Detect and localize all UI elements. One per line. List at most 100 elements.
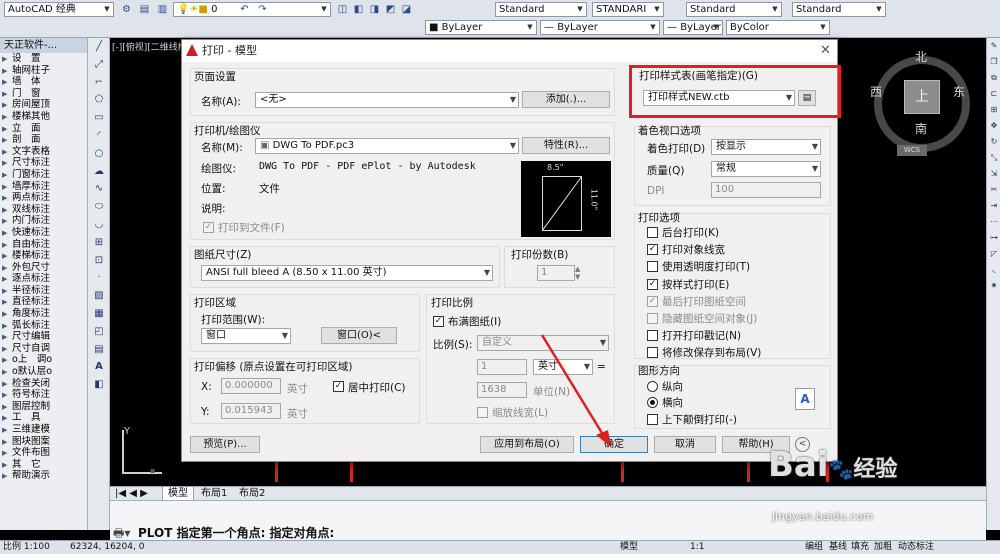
palette-item[interactable]: ▶ 尺寸编辑 <box>0 331 87 343</box>
dim-style-select[interactable]: STANDARI ▼ <box>592 2 664 17</box>
copies-spinner-icon[interactable]: ▲ ▼ <box>575 265 580 281</box>
palette-item[interactable]: ▶ 图层控制 <box>0 401 87 413</box>
palette-item[interactable]: ▶ 工 具 <box>0 412 87 424</box>
layer-icon[interactable]: ▤ <box>138 3 151 16</box>
match-layer-icon[interactable]: ◫ <box>336 3 349 16</box>
status-model[interactable]: 模型 <box>620 541 638 554</box>
palette-item[interactable]: ▶ 外包尺寸 <box>0 262 87 274</box>
portrait-radio[interactable] <box>647 381 658 392</box>
tab-layout2[interactable]: 布局2 <box>234 487 270 501</box>
line-tool-icon[interactable]: ╱ <box>88 38 110 56</box>
region-icon[interactable]: ◰ <box>88 323 110 341</box>
color-select[interactable]: ■ ByLayer ▼ <box>425 20 537 35</box>
shade-plot-select[interactable]: 按显示 ▼ <box>711 139 821 155</box>
stretch-icon[interactable]: ⇲ <box>987 166 1000 182</box>
close-icon[interactable]: ✕ <box>820 40 831 62</box>
linetype-select[interactable]: — ByLayer ▼ <box>540 20 660 35</box>
dpi-input[interactable]: 100 <box>711 182 821 198</box>
palette-item[interactable]: ▶ 文件布图 <box>0 447 87 459</box>
scale-icon[interactable]: ⤡ <box>987 150 1000 166</box>
palette-item[interactable]: ▶ 双线标注 <box>0 204 87 216</box>
palette-item[interactable]: ▶ 轴网柱子 <box>0 65 87 77</box>
palette-item[interactable]: ▶ 自由标注 <box>0 239 87 251</box>
ellipse-icon[interactable]: ⬭ <box>88 198 110 216</box>
palette-item[interactable]: ▶ 三维建模 <box>0 424 87 436</box>
trim-icon[interactable]: ✂ <box>987 182 1000 198</box>
printer-name-select[interactable]: ▣ DWG To PDF.pc3 ▼ <box>255 138 519 154</box>
palette-item[interactable]: ▶ 楼梯标注 <box>0 250 87 262</box>
workspace-select[interactable]: AutoCAD 经典 ▼ <box>4 2 114 17</box>
palette-item[interactable]: ▶ 其 它 <box>0 459 87 471</box>
construction-line-icon[interactable]: ⤢ <box>88 56 110 74</box>
layer-select[interactable]: 💡☀■ 0 ▼ <box>173 2 331 17</box>
undo-icon[interactable]: ↶ <box>238 3 251 16</box>
palette-item[interactable]: ▶ 尺寸自调 <box>0 343 87 355</box>
cancel-button[interactable]: 取消 <box>654 436 716 453</box>
plot-range-select[interactable]: 窗口 ▼ <box>201 328 291 344</box>
polygon-icon[interactable]: ⬠ <box>88 91 110 109</box>
palette-item[interactable]: ▶ 符号标注 <box>0 389 87 401</box>
fit-to-paper-checkbox[interactable]: ✓ <box>433 316 444 327</box>
palette-item[interactable]: ▶ 立 面 <box>0 123 87 135</box>
printer-properties-button[interactable]: 特性(R)... <box>522 137 610 154</box>
plotstyle-select[interactable]: ByColor ▼ <box>726 20 830 35</box>
mleader-style-select[interactable]: Standard ▼ <box>792 2 886 17</box>
status-anno-scale[interactable]: 1:1 <box>690 541 704 554</box>
plot-option-checkbox[interactable] <box>647 330 658 342</box>
mtext-icon[interactable]: A <box>88 358 110 376</box>
point-icon[interactable]: · <box>88 269 110 287</box>
status-baseline[interactable]: 基线 <box>829 541 847 554</box>
table-icon[interactable]: ▤ <box>88 341 110 359</box>
mirror-icon[interactable]: ⧉ <box>987 70 1000 86</box>
print-to-file-checkbox[interactable]: ✓ <box>203 222 214 233</box>
array-icon[interactable]: ⊞ <box>987 102 1000 118</box>
plot-option-checkbox[interactable] <box>647 347 658 359</box>
extend-icon[interactable]: ⇥ <box>987 198 1000 214</box>
table-style-select[interactable]: Standard ▼ <box>686 2 782 17</box>
viewcube-face[interactable]: 上 <box>904 80 940 114</box>
polyline-icon[interactable]: ⌐ <box>88 74 110 92</box>
fillet-icon[interactable]: ◟ <box>987 262 1000 278</box>
join-icon[interactable]: ⊶ <box>987 230 1000 246</box>
gear-icon[interactable]: ⚙ <box>120 3 133 16</box>
spline-icon[interactable]: ∿ <box>88 180 110 198</box>
layer-tool2-icon[interactable]: ◩ <box>384 3 397 16</box>
palette-item[interactable]: ▶ 墙 体 <box>0 76 87 88</box>
palette-item[interactable]: ▶ 图块图案 <box>0 436 87 448</box>
status-dyn-dim[interactable]: 动态标注 <box>898 541 934 554</box>
offset-icon[interactable]: ⊏ <box>987 86 1000 102</box>
rotate-icon[interactable]: ↻ <box>987 134 1000 150</box>
scale-value1-input[interactable]: 1 <box>477 359 527 375</box>
tab-nav-arrows[interactable]: |◀ ◀ ▶ ▶| <box>110 487 162 513</box>
paper-size-select[interactable]: ANSI full bleed A (8.50 x 11.00 英寸) ▼ <box>201 265 493 281</box>
upside-down-checkbox[interactable] <box>647 414 658 425</box>
tool-extra-icon[interactable]: ◧ <box>88 376 110 394</box>
hatch-icon[interactable]: ▨ <box>88 287 110 305</box>
palette-item[interactable]: ▶ 文字表格 <box>0 146 87 158</box>
break-icon[interactable]: ⋯ <box>987 214 1000 230</box>
lineweight-select[interactable]: — ByLayer ▼ <box>663 20 723 35</box>
palette-item[interactable]: ▶ 房间屋顶 <box>0 99 87 111</box>
explode-icon[interactable]: ✷ <box>987 278 1000 294</box>
text-style-select[interactable]: Standard ▼ <box>495 2 587 17</box>
palette-item[interactable]: ▶ 两点标注 <box>0 192 87 204</box>
palette-item[interactable]: ▶ 半径标注 <box>0 285 87 297</box>
viewport-label[interactable]: [-][俯视][二维线框] <box>112 40 190 53</box>
prev-layer-icon[interactable]: ◧ <box>352 3 365 16</box>
rectangle-icon[interactable]: ▭ <box>88 109 110 127</box>
status-scale[interactable]: 比例 1:100 <box>3 541 50 554</box>
insert-block-icon[interactable]: ⊞ <box>88 234 110 252</box>
layer-tool3-icon[interactable]: ◪ <box>400 3 413 16</box>
palette-item[interactable]: ▶ 检查关闭 <box>0 378 87 390</box>
palette-item[interactable]: ▶ 逐点标注 <box>0 273 87 285</box>
palette-item[interactable]: ▶ 直径标注 <box>0 296 87 308</box>
center-plot-checkbox[interactable]: ✓ <box>333 381 344 392</box>
palette-item[interactable]: ▶ 帮助演示 <box>0 470 87 482</box>
tab-layout1[interactable]: 布局1 <box>196 487 232 501</box>
wcs-menu[interactable]: WCS <box>897 145 927 156</box>
chamfer-icon[interactable]: ◸ <box>987 246 1000 262</box>
palette-item[interactable]: ▶ 内门标注 <box>0 215 87 227</box>
move-icon[interactable]: ✥ <box>987 118 1000 134</box>
redo-icon[interactable]: ↷ <box>256 3 269 16</box>
layer-tool-icon[interactable]: ◨ <box>368 3 381 16</box>
